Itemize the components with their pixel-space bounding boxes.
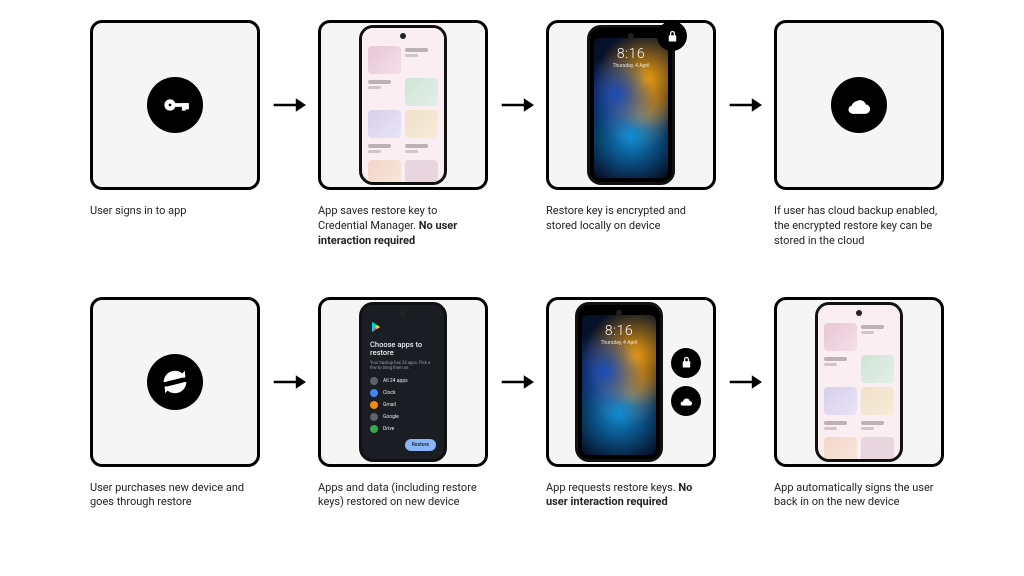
list-item: Clock	[370, 389, 436, 397]
phone-mock-app	[815, 302, 903, 462]
restore-button: Restore	[405, 439, 436, 451]
step-new-device: User purchases new device and goes throu…	[90, 297, 260, 511]
arrow-icon	[728, 297, 762, 467]
caption: App automatically signs the user back in…	[774, 481, 944, 511]
box-phone-lockscreen: 8:16 Thursday, 4 April	[546, 20, 716, 190]
play-store-icon	[370, 321, 382, 333]
key-icon	[147, 77, 203, 133]
caption: App requests restore keys. No user inter…	[546, 481, 716, 511]
lock-icon	[657, 21, 687, 51]
step-restore-apps: Choose apps to restore Your backup has 2…	[318, 297, 488, 511]
lockscreen-time: 8:16	[590, 46, 672, 62]
box-phone-restore: Choose apps to restore Your backup has 2…	[318, 297, 488, 467]
arrow-icon	[728, 20, 762, 190]
lockscreen-date: Thursday, 4 April	[590, 63, 672, 69]
box-phone-app	[774, 297, 944, 467]
arrow-icon	[500, 297, 534, 467]
box-key-icon	[90, 20, 260, 190]
arrow-icon	[272, 297, 306, 467]
caption: User signs in to app	[90, 204, 260, 219]
flow-row-2: User purchases new device and goes throu…	[90, 297, 934, 511]
caption: Restore key is encrypted and stored loca…	[546, 204, 716, 234]
list-item: Gmail	[370, 401, 436, 409]
caption: User purchases new device and goes throu…	[90, 481, 260, 511]
lockscreen-date: Thursday, 4 April	[578, 340, 660, 346]
caption: App saves restore key to Credential Mana…	[318, 204, 488, 249]
phone-mock-lockscreen: 8:16 Thursday, 4 April	[587, 25, 675, 185]
phone-mock-app	[359, 25, 447, 185]
cloud-icon	[671, 386, 701, 416]
phone-mock-lockscreen: 8:16 Thursday, 4 April	[575, 302, 663, 462]
caption: Apps and data (including restore keys) r…	[318, 481, 488, 511]
box-cloud-icon	[774, 20, 944, 190]
step-save-key: App saves restore key to Credential Mana…	[318, 20, 488, 249]
step-encrypt-local: 8:16 Thursday, 4 April Restore key is en…	[546, 20, 716, 234]
flow-row-1: User signs in to app App saves restore k…	[90, 20, 934, 249]
restore-title: Choose apps to restore	[370, 341, 436, 358]
lock-icon	[671, 348, 701, 378]
box-sync-icon	[90, 297, 260, 467]
caption: If user has cloud backup enabled, the en…	[774, 204, 944, 249]
step-request-keys: 8:16 Thursday, 4 April App requests rest…	[546, 297, 716, 511]
step-auto-signin: App automatically signs the user back in…	[774, 297, 944, 511]
step-cloud-backup: If user has cloud backup enabled, the en…	[774, 20, 944, 249]
sync-icon	[147, 354, 203, 410]
lockscreen-time: 8:16	[578, 323, 660, 339]
restore-subtitle: Your backup has 24 apps. Pick a few to b…	[370, 361, 436, 371]
list-item: Drive	[370, 425, 436, 433]
list-item: Google	[370, 413, 436, 421]
cloud-icon	[831, 77, 887, 133]
arrow-icon	[272, 20, 306, 190]
box-phone-app	[318, 20, 488, 190]
arrow-icon	[500, 20, 534, 190]
phone-mock-restore: Choose apps to restore Your backup has 2…	[359, 302, 447, 462]
step-signin: User signs in to app	[90, 20, 260, 219]
box-phone-request: 8:16 Thursday, 4 April	[546, 297, 716, 467]
list-item: All 24 apps	[370, 377, 436, 385]
